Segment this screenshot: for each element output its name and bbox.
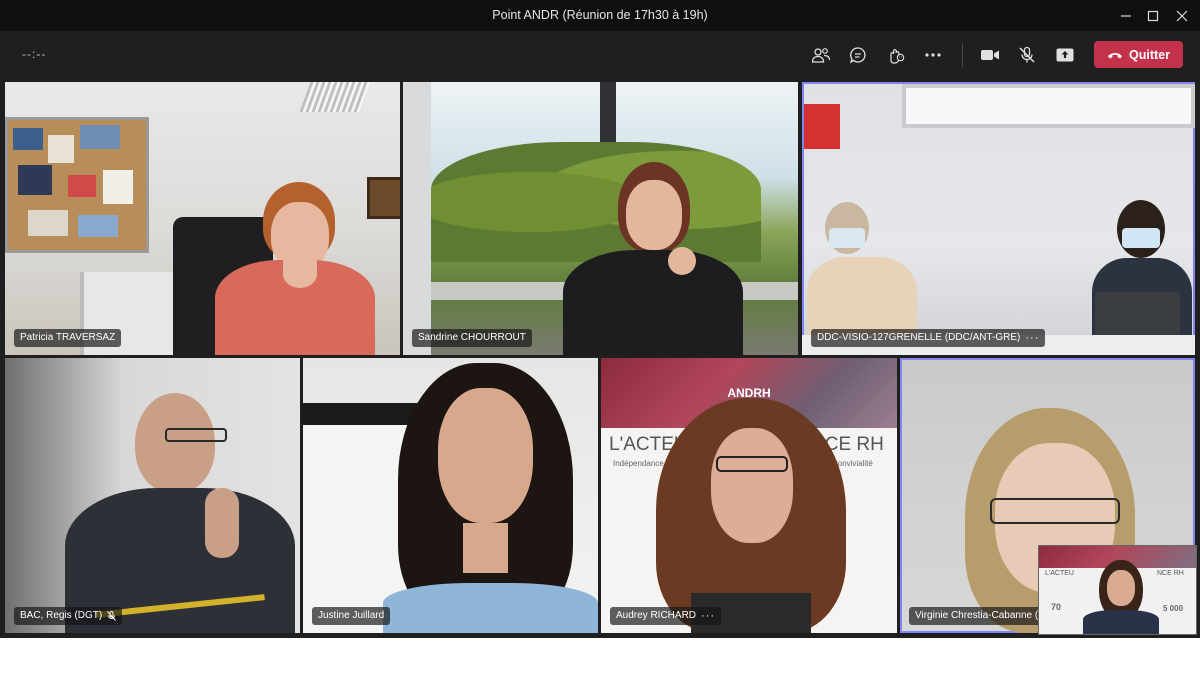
pip-title-left: L'ACTEU — [1045, 570, 1074, 577]
video-tile-justine[interactable]: Justine Juillard — [303, 358, 598, 633]
camera-icon — [981, 50, 999, 60]
participant-name-label: Justine Juillard — [312, 607, 391, 625]
meeting-toolbar: --:-- Quitter — [0, 31, 1200, 79]
participant-name-label: BAC, Regis (DGT) — [14, 607, 123, 625]
more-icon[interactable]: ··· — [701, 607, 715, 625]
video-tile-regis[interactable]: BAC, Regis (DGT) — [5, 358, 300, 633]
participant-name-label: Audrey RICHARD ··· — [610, 607, 722, 625]
meeting-timer: --:-- — [22, 47, 47, 61]
person-regis — [55, 393, 295, 633]
person-patricia — [215, 182, 375, 355]
chat-button[interactable] — [843, 41, 873, 69]
teams-meeting-window: Point ANDR (Réunion de 17h30 à 19h) --:-… — [0, 0, 1200, 638]
reactions-button[interactable] — [880, 41, 910, 69]
room-window — [902, 84, 1195, 128]
participant-name-label: Patricia TRAVERSAZ — [14, 329, 122, 347]
person-audrey — [656, 398, 846, 633]
toolbar-divider — [962, 43, 963, 67]
corkboard — [5, 117, 149, 253]
more-options-button[interactable] — [918, 41, 948, 69]
video-tile-audrey[interactable]: ANDRH L'ACTEU NCE RH Indépendance · Conv… — [601, 358, 897, 633]
mic-off-icon — [1019, 46, 1035, 63]
reactions-icon — [890, 49, 905, 64]
self-view-preview[interactable]: L'ACTEU NCE RH 70 5 000 — [1038, 545, 1197, 635]
person-self — [1083, 560, 1159, 634]
more-icon[interactable]: ··· — [1025, 329, 1039, 347]
pip-stat-right: 5 000 — [1163, 604, 1184, 613]
person-justine — [363, 363, 598, 633]
pip-title-right: NCE RH — [1157, 570, 1184, 577]
ceiling-light — [299, 82, 371, 112]
participant-name-label: Sandrine CHOURROUT — [412, 329, 532, 347]
red-panel — [804, 104, 840, 149]
leave-call-label: Quitter — [1129, 47, 1170, 62]
maximize-icon — [1147, 10, 1159, 21]
share-icon — [1056, 48, 1074, 62]
mic-off-icon — [107, 611, 117, 621]
participant-name-label: DDC-VISIO-127GRENELLE (DDC/ANT-GRE) ··· — [811, 329, 1046, 347]
minimize-icon — [1121, 14, 1131, 17]
close-button[interactable] — [1164, 0, 1200, 31]
window-title: Point ANDR (Réunion de 17h30 à 19h) — [492, 8, 708, 22]
title-bar: Point ANDR (Réunion de 17h30 à 19h) — [0, 0, 1200, 31]
participants-button[interactable] — [806, 41, 836, 69]
window-frame — [403, 82, 431, 355]
video-tile-sandrine[interactable]: Sandrine CHOURROUT — [403, 82, 798, 355]
pip-stat-left: 70 — [1051, 602, 1062, 612]
video-tile-patricia[interactable]: Patricia TRAVERSAZ — [5, 82, 400, 355]
share-screen-button[interactable] — [1050, 41, 1080, 69]
microphone-button[interactable] — [1012, 41, 1042, 69]
person-sandrine — [553, 162, 753, 355]
close-icon — [1176, 10, 1188, 21]
camera-button[interactable] — [975, 41, 1005, 69]
phone-hangup-icon — [1108, 52, 1122, 58]
people-icon — [811, 48, 831, 63]
more-icon — [925, 53, 941, 57]
video-tile-ddc-room[interactable]: DDC-VISIO-127GRENELLE (DDC/ANT-GRE) ··· — [802, 82, 1195, 355]
leave-call-button[interactable]: Quitter — [1094, 41, 1183, 68]
laptop — [1095, 292, 1180, 337]
chat-icon — [849, 47, 866, 64]
